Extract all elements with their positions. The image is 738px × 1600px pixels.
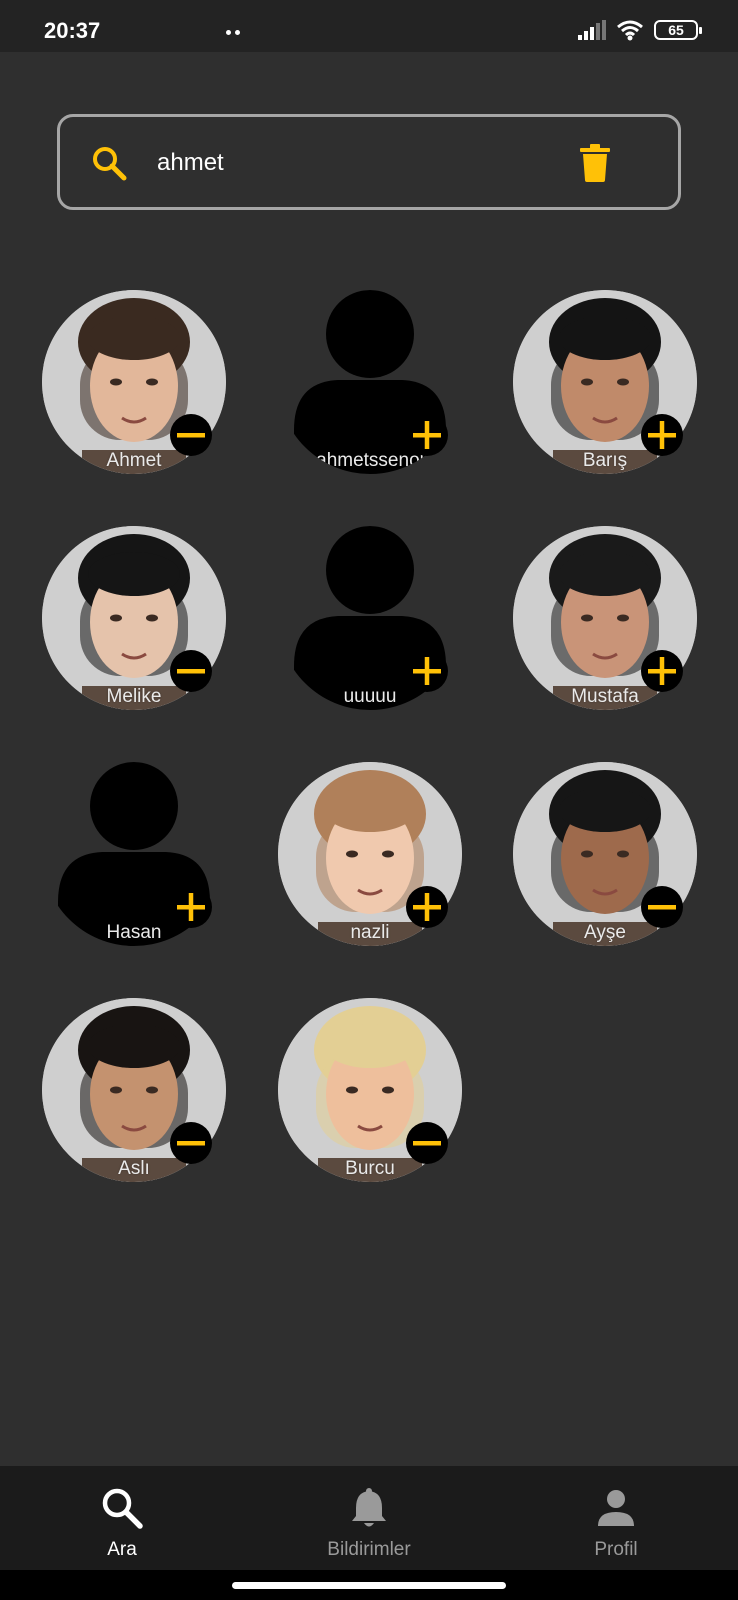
remove-friend-button[interactable] [170,414,212,456]
notification-dots-icon [226,22,244,40]
minus-icon [648,905,676,910]
add-friend-button[interactable] [641,414,683,456]
user-card[interactable]: Melike [42,526,226,710]
bottom-nav: Ara Bildirimler Profil [0,1466,738,1570]
nav-label-profil: Profil [594,1539,638,1560]
search-input[interactable] [157,145,537,181]
nav-label-ara: Ara [107,1539,137,1560]
plus-icon [413,893,441,921]
search-icon [102,1488,143,1529]
remove-friend-button[interactable] [170,1122,212,1164]
status-icons: 65 [578,18,702,42]
user-card[interactable]: Ayşe [513,762,697,946]
nav-item-bildirimler[interactable]: Bildirimler [289,1486,449,1561]
user-card[interactable]: Ahmet [42,290,226,474]
minus-icon [177,433,205,438]
user-card[interactable]: uuuuu [278,526,462,710]
remove-friend-button[interactable] [641,886,683,928]
remove-friend-button[interactable] [170,650,212,692]
trash-icon[interactable] [580,144,610,182]
battery-icon: 65 [654,20,702,40]
remove-friend-button[interactable] [406,1122,448,1164]
add-friend-button[interactable] [170,886,212,928]
user-card[interactable]: Aslı [42,998,226,1182]
search-box[interactable] [57,114,681,210]
user-card[interactable]: Mustafa [513,526,697,710]
user-card[interactable]: ahmetssenol [278,290,462,474]
user-card[interactable]: Barış [513,290,697,474]
minus-icon [177,669,205,674]
status-time: 20:37 [44,18,101,43]
plus-icon [177,893,205,921]
plus-icon [413,421,441,449]
wifi-icon [617,20,643,41]
bell-icon [352,1488,386,1527]
plus-icon [648,421,676,449]
person-icon [598,1490,634,1526]
nav-label-bildirimler: Bildirimler [327,1539,411,1560]
minus-icon [413,1141,441,1146]
search-icon[interactable] [90,144,128,182]
add-friend-button[interactable] [406,886,448,928]
user-card[interactable]: Hasan [42,762,226,946]
battery-level: 65 [668,22,684,38]
nav-item-ara[interactable]: Ara [42,1486,202,1561]
minus-icon [177,1141,205,1146]
status-bar: 20:37 65 [0,0,738,52]
user-card[interactable]: Burcu [278,998,462,1182]
add-friend-button[interactable] [641,650,683,692]
signal-icon [578,20,606,40]
add-friend-button[interactable] [406,414,448,456]
nav-item-profil[interactable]: Profil [536,1486,696,1561]
add-friend-button[interactable] [406,650,448,692]
plus-icon [413,657,441,685]
plus-icon [648,657,676,685]
home-indicator[interactable] [232,1582,506,1589]
user-card[interactable]: nazli [278,762,462,946]
